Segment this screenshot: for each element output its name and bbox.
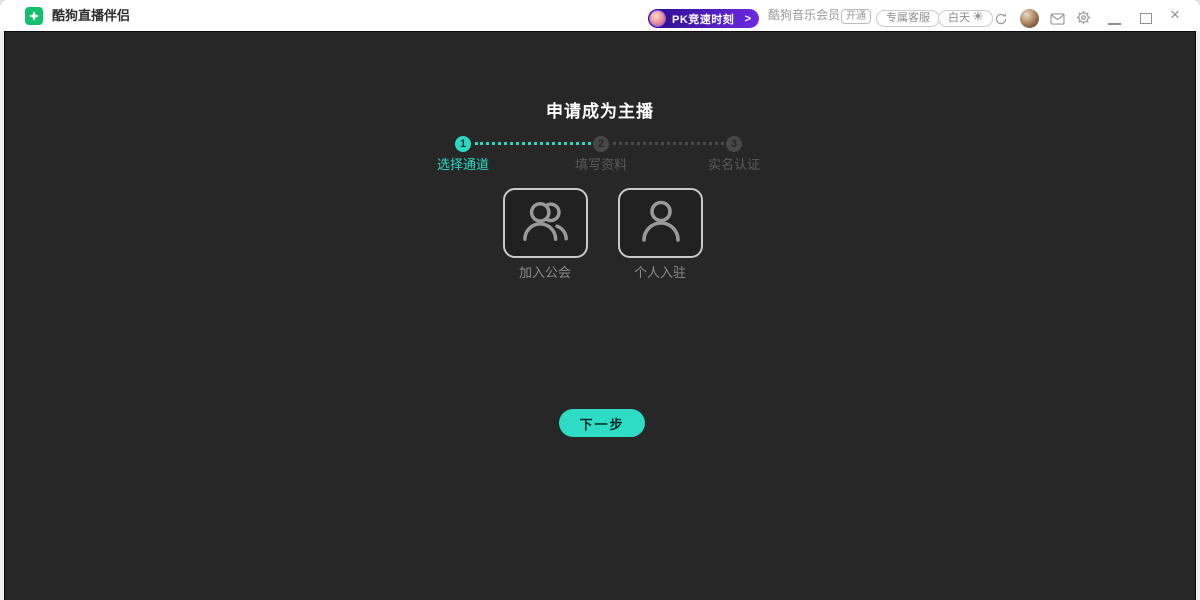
option-label-individual: 个人入驻	[600, 262, 720, 281]
step-label-real-name: 实名认证	[674, 154, 794, 173]
step-connector-2	[613, 142, 724, 145]
maximize-button[interactable]	[1140, 13, 1152, 24]
next-button[interactable]: 下一步	[559, 409, 645, 437]
user-avatar[interactable]	[1020, 9, 1039, 28]
app-logo-icon	[25, 7, 43, 25]
pk-arrow-icon: >	[745, 13, 751, 25]
step-label-select-channel: 选择通道	[403, 154, 523, 173]
step-circle-1: 1	[455, 136, 471, 152]
pk-race-button[interactable]: PK竞速时刻 >	[648, 9, 759, 28]
settings-gear-icon[interactable]	[1076, 10, 1091, 30]
option-card-individual[interactable]	[618, 188, 703, 258]
theme-toggle[interactable]: 白天	[938, 10, 993, 27]
person-icon	[638, 198, 684, 249]
close-button[interactable]: ×	[1164, 0, 1186, 31]
pk-avatar	[649, 10, 666, 27]
main-content: 申请成为主播 1 2 3 选择通道 填写资料 实名认证	[4, 31, 1196, 600]
activate-member-button[interactable]: 开通	[841, 9, 871, 24]
minimize-button[interactable]	[1108, 23, 1121, 25]
group-icon	[522, 198, 570, 249]
titlebar: 酷狗直播伴侣 PK竞速时刻 > 酷狗音乐会员 开通 专属客服 白天 ×	[0, 0, 1200, 31]
app-title: 酷狗直播伴侣	[52, 0, 130, 31]
support-button[interactable]: 专属客服	[876, 10, 940, 27]
option-label-join-guild: 加入公会	[485, 262, 605, 281]
sun-icon	[973, 11, 983, 26]
wizard-title: 申请成为主播	[5, 97, 1195, 122]
step-connector-1	[475, 142, 591, 145]
step-circle-2: 2	[593, 136, 609, 152]
option-card-join-guild[interactable]	[503, 188, 588, 258]
member-label: 酷狗音乐会员	[768, 0, 840, 31]
pk-label: PK竞速时刻	[672, 11, 734, 27]
mail-icon[interactable]	[1050, 12, 1065, 30]
theme-label: 白天	[948, 11, 970, 26]
app-window: 酷狗直播伴侣 PK竞速时刻 > 酷狗音乐会员 开通 专属客服 白天 ×	[0, 0, 1200, 600]
refresh-icon[interactable]	[994, 12, 1008, 31]
step-circle-3: 3	[726, 136, 742, 152]
step-label-fill-info: 填写资料	[541, 154, 661, 173]
